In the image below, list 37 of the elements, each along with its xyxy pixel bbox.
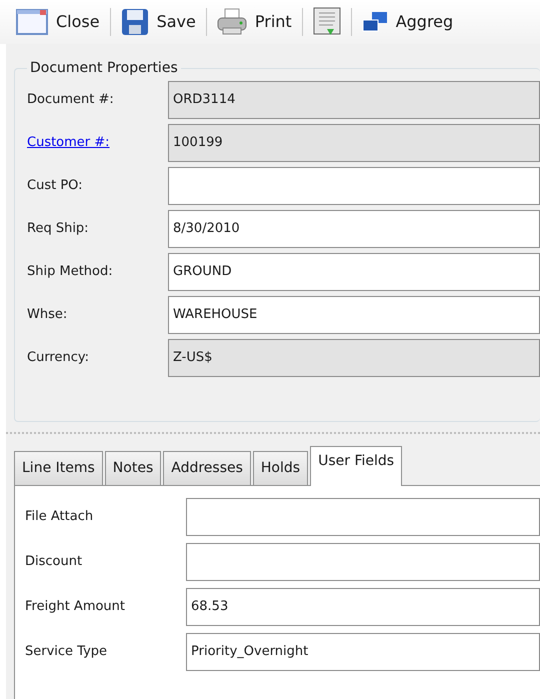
input-field[interactable]: WAREHOUSE [168,296,540,334]
field-label: File Attach [25,508,94,526]
toolbar-button[interactable] [312,7,341,37]
field-label: Service Type [25,643,108,662]
document-download-icon [312,7,341,37]
input-field[interactable]: Z-US$ [168,339,540,377]
tab[interactable]: Addresses [163,451,251,485]
field-label: Req Ship: [27,220,90,238]
printer-icon [216,8,247,36]
toolbar-button[interactable]: Close [16,8,100,36]
toolbar-button[interactable]: Save [120,8,196,36]
input-field[interactable] [168,167,540,205]
input-field[interactable] [186,498,540,536]
field-label: Freight Amount [25,598,126,616]
input-field[interactable]: 68.53 [186,588,540,626]
tab[interactable]: Line Items [14,451,103,485]
field-label: Document #: [27,91,115,110]
input-field[interactable] [186,543,540,581]
stacked-windows-icon [362,11,388,33]
tab[interactable]: User Fields [310,446,402,486]
window-icon [16,8,48,36]
field-label: Whse: [27,306,68,324]
field-label: Currency: [27,349,90,368]
input-field[interactable]: GROUND [168,253,540,291]
field-label: Discount [25,553,84,572]
input-field[interactable]: Priority_Overnight [186,633,540,671]
toolbar-button[interactable]: Print [216,8,292,36]
field-label: Cust PO: [27,177,84,196]
tab[interactable]: Holds [252,451,308,485]
tab[interactable]: Notes [104,451,162,485]
field-label-link[interactable]: Customer #: [27,133,168,153]
input-field[interactable]: 8/30/2010 [168,210,540,248]
toolbar-button[interactable]: Aggreg [362,10,454,34]
input-field[interactable]: 100199 [168,124,540,162]
group-title: Document Properties [29,59,179,78]
field-label: Ship Method: [27,263,114,282]
input-field[interactable]: ORD3114 [168,81,540,119]
